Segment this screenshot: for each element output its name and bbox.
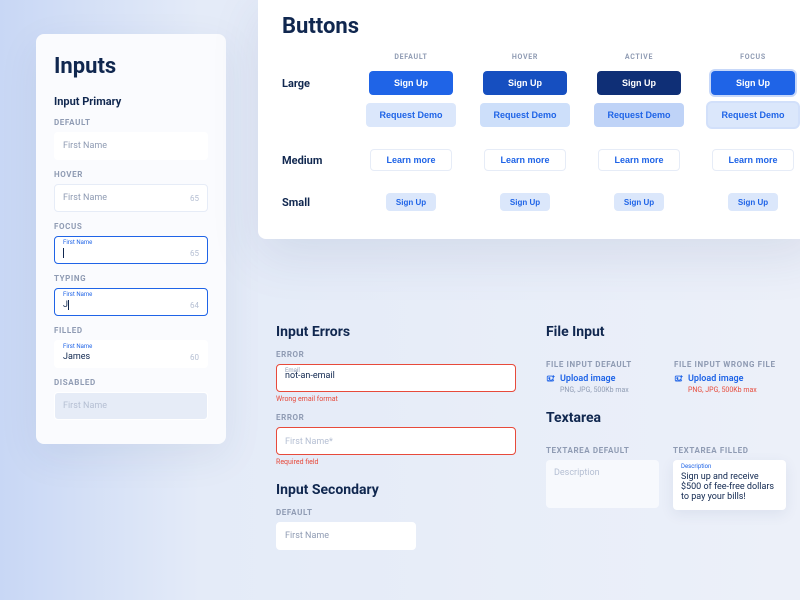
description-textarea-filled[interactable]: Description Sign up and receive $500 of … xyxy=(673,460,786,510)
firstname-input-filled[interactable]: First Name James 60 xyxy=(54,340,208,368)
learn-more-button-active[interactable]: Learn more xyxy=(598,149,680,171)
floating-label: First Name xyxy=(63,291,92,298)
textarea-row: TEXTAREA DEFAULT Description TEXTAREA FI… xyxy=(546,436,786,510)
input-secondary-title: Input Secondary xyxy=(276,482,516,498)
file-hint-default: PNG, JPG, 500Kb max xyxy=(560,386,658,394)
row-label-medium: Medium xyxy=(282,154,342,167)
caret-icon xyxy=(68,300,69,310)
char-counter: 64 xyxy=(190,301,199,310)
col-head-default: DEFAULT xyxy=(366,53,456,67)
firstname-input-disabled: First Name xyxy=(54,392,208,420)
floating-label: Description xyxy=(681,463,711,470)
textarea-title: Textarea xyxy=(546,410,786,426)
placeholder-text: Description xyxy=(554,468,600,478)
signup-button-small-hover[interactable]: Sign Up xyxy=(500,193,550,211)
request-demo-button-default[interactable]: Request Demo xyxy=(366,103,456,127)
file-hint-error: PNG, JPG, 500Kb max xyxy=(688,386,786,394)
firstname-input-hover[interactable]: First Name 65 xyxy=(54,184,208,212)
learn-more-button-default[interactable]: Learn more xyxy=(370,149,452,171)
buttons-title: Buttons xyxy=(282,14,794,39)
char-counter: 65 xyxy=(190,249,199,258)
placeholder-text: First Name xyxy=(63,141,107,151)
textarea-filled-block: TEXTAREA FILLED Description Sign up and … xyxy=(673,436,786,510)
signup-button-large-default[interactable]: Sign Up xyxy=(369,71,453,95)
textarea-default-label: TEXTAREA DEFAULT xyxy=(546,446,659,455)
input-errors-title: Input Errors xyxy=(276,324,516,340)
lower-section: Input Errors ERROR Email not-an-email Wr… xyxy=(276,324,786,550)
input-value: James xyxy=(63,352,90,362)
signup-button-small-focus[interactable]: Sign Up xyxy=(728,193,778,211)
file-default-label: FILE INPUT DEFAULT xyxy=(546,360,658,369)
textarea-filled-label: TEXTAREA FILLED xyxy=(673,446,786,455)
col-head-active: ACTIVE xyxy=(594,53,684,67)
errors-column: Input Errors ERROR Email not-an-email Wr… xyxy=(276,324,516,550)
placeholder-text: First Name xyxy=(285,531,329,541)
request-demo-button-focus[interactable]: Request Demo xyxy=(708,103,798,127)
input-primary-heading: Input Primary xyxy=(54,95,208,108)
state-label-default: DEFAULT xyxy=(54,118,208,127)
placeholder-text: First Name xyxy=(63,401,107,411)
state-label-filled: FILLED xyxy=(54,326,208,335)
upload-image-link-default[interactable]: Upload image xyxy=(546,374,658,384)
placeholder-text: First Name xyxy=(63,193,107,203)
file-textarea-column: File Input FILE INPUT DEFAULT Upload ima… xyxy=(546,324,786,550)
placeholder-text: First Name* xyxy=(285,437,333,447)
signup-button-large-hover[interactable]: Sign Up xyxy=(483,71,567,95)
signup-button-large-focus[interactable]: Sign Up xyxy=(711,71,795,95)
char-counter: 65 xyxy=(190,194,199,203)
description-textarea-default[interactable]: Description xyxy=(546,460,659,508)
row-label-small: Small xyxy=(282,196,342,209)
file-input-default-block: FILE INPUT DEFAULT Upload image PNG, JPG… xyxy=(546,350,658,394)
inputs-title: Inputs xyxy=(54,54,208,79)
image-upload-icon xyxy=(546,374,556,384)
firstname-input-focus[interactable]: First Name 65 xyxy=(54,236,208,264)
textarea-value: Sign up and receive $500 of fee-free dol… xyxy=(681,472,774,502)
signup-button-large-active[interactable]: Sign Up xyxy=(597,71,681,95)
file-wrong-label: FILE INPUT WRONG FILE xyxy=(674,360,786,369)
buttons-grid: DEFAULT HOVER ACTIVE FOCUS Large Sign Up… xyxy=(282,53,794,215)
file-input-row: FILE INPUT DEFAULT Upload image PNG, JPG… xyxy=(546,350,786,394)
firstname-error-message: Required field xyxy=(276,458,516,466)
firstname-input-default[interactable]: First Name xyxy=(54,132,208,160)
upload-link-text: Upload image xyxy=(688,374,744,384)
upload-image-link-wrong[interactable]: Upload image xyxy=(674,374,786,384)
col-head-focus: FOCUS xyxy=(708,53,798,67)
inputs-panel: Inputs Input Primary DEFAULT First Name … xyxy=(36,34,226,444)
state-label-typing: TYPING xyxy=(54,274,208,283)
request-demo-button-active[interactable]: Request Demo xyxy=(594,103,684,127)
buttons-panel: Buttons DEFAULT HOVER ACTIVE FOCUS Large… xyxy=(258,0,800,239)
row-label-large: Large xyxy=(282,77,342,90)
firstname-input-error[interactable]: First Name* xyxy=(276,427,516,455)
signup-button-small-active[interactable]: Sign Up xyxy=(614,193,664,211)
state-label-focus: FOCUS xyxy=(54,222,208,231)
image-upload-icon xyxy=(674,374,684,384)
request-demo-button-hover[interactable]: Request Demo xyxy=(480,103,570,127)
signup-button-small-default[interactable]: Sign Up xyxy=(386,193,436,211)
floating-label: Email xyxy=(285,367,300,374)
error-state-label-2: ERROR xyxy=(276,413,516,422)
textarea-default-block: TEXTAREA DEFAULT Description xyxy=(546,436,659,510)
floating-label: First Name xyxy=(63,343,92,350)
upload-link-text: Upload image xyxy=(560,374,616,384)
learn-more-button-focus[interactable]: Learn more xyxy=(712,149,794,171)
firstname-input-secondary[interactable]: First Name xyxy=(276,522,416,550)
file-input-wrong-block: FILE INPUT WRONG FILE Upload image PNG, … xyxy=(674,350,786,394)
char-counter: 60 xyxy=(190,353,199,362)
file-input-title: File Input xyxy=(546,324,786,340)
firstname-input-typing[interactable]: First Name J 64 xyxy=(54,288,208,316)
email-input-error[interactable]: Email not-an-email xyxy=(276,364,516,392)
learn-more-button-hover[interactable]: Learn more xyxy=(484,149,566,171)
secondary-state-label: DEFAULT xyxy=(276,508,516,517)
state-label-disabled: DISABLED xyxy=(54,378,208,387)
email-error-message: Wrong email format xyxy=(276,395,516,403)
col-head-hover: HOVER xyxy=(480,53,570,67)
floating-label: First Name xyxy=(63,239,92,246)
error-state-label-1: ERROR xyxy=(276,350,516,359)
caret-icon xyxy=(63,248,64,258)
state-label-hover: HOVER xyxy=(54,170,208,179)
